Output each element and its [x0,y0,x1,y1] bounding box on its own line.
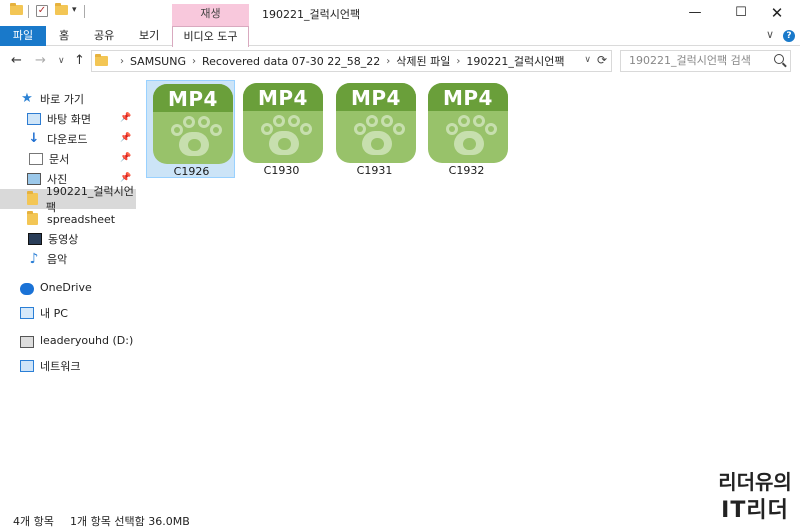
search-icon [774,54,784,64]
sidebar-item-onedrive[interactable]: OneDrive [0,277,136,297]
file-tile[interactable]: MP4 C1926 [146,80,235,178]
expand-ribbon-icon[interactable]: ∨ [766,28,774,41]
qa-sep [28,5,29,18]
sidebar-item-label: OneDrive [40,280,92,294]
tab-video-tools[interactable]: 비디오 도구 [172,26,249,47]
computer-icon [20,307,34,319]
pin-icon: 📌 [120,153,132,163]
cloud-icon [20,282,34,295]
file-tile[interactable]: MP4 C1931 [330,80,419,178]
sidebar-item-label: 문서 [49,153,70,166]
ribbon-tabs: 파일 홈 공유 보기 비디오 도구 ∨ ? [0,26,800,47]
file-list: MP4 C1926 MP4 C1930 MP4 C1931 MP4 C1932 [140,77,800,502]
videos-icon [28,233,42,245]
file-name: C1930 [263,164,300,177]
item-count: 4개 항목 [13,515,54,528]
sidebar-item-label: leaderyouhd (D:) [40,333,134,347]
selection-info: 1개 항목 선택함 36.0MB [70,515,190,528]
chevron-right-icon[interactable]: › [386,56,390,67]
sidebar-item-desktop[interactable]: 바탕 화면 📌 [0,109,136,129]
forward-arrow-icon[interactable]: → [35,53,46,68]
mp4-file-icon: MP4 [336,83,416,163]
watermark-line-1: 리더유의 [718,470,792,494]
tab-share[interactable]: 공유 [94,26,114,46]
star-icon: ★ [21,91,33,106]
breadcrumb-current-folder[interactable]: 190221_걸럭시언팩 [466,53,564,69]
sidebar-item-videos[interactable]: 동영상 [0,229,136,249]
sidebar-item-this-pc[interactable]: 내 PC [0,303,136,323]
sidebar-item-drive[interactable]: leaderyouhd (D:) [0,330,136,350]
pin-icon: 📌 [120,173,132,183]
tab-home[interactable]: 홈 [59,26,69,46]
search-placeholder: 190221_걸럭시언팩 검색 [629,54,751,67]
document-icon [29,153,43,165]
network-icon [20,360,34,372]
sidebar-item-label: 바탕 화면 [47,113,91,126]
file-tile[interactable]: MP4 C1932 [422,80,511,178]
tab-view[interactable]: 보기 [139,26,159,46]
folder-icon [95,54,108,66]
breadcrumb-samsung[interactable]: SAMSUNG [130,55,186,68]
breadcrumb-deleted-files[interactable]: 삭제된 파일 [396,53,450,69]
chevron-right-icon[interactable]: › [120,56,124,67]
mp4-file-icon: MP4 [153,84,233,164]
sidebar-item-label: 동영상 [48,233,79,246]
watermark-logo: 리더유의 IT리더 [712,466,798,526]
up-arrow-icon[interactable]: ↑ [74,53,85,68]
mp4-file-icon: MP4 [428,83,508,163]
folder-icon [27,211,41,225]
sidebar-item-label: 네트워크 [40,360,81,373]
file-tile[interactable]: MP4 C1930 [237,80,326,178]
sidebar-item-label: spreadsheet [47,212,116,226]
pin-icon: 📌 [120,133,132,143]
navigation-bar: ← → ∨ ↑ › SAMSUNG › Recovered data 07-30… [0,47,800,75]
minimize-button[interactable]: — [672,0,718,26]
drive-icon [20,336,34,348]
sidebar-item-documents[interactable]: 문서 📌 [0,149,136,169]
folder-icon [10,3,23,15]
new-folder-icon[interactable] [55,3,68,15]
tab-file[interactable]: 파일 [0,26,46,46]
address-bar[interactable]: › SAMSUNG › Recovered data 07-30 22_58_2… [91,50,612,72]
recent-locations-icon[interactable]: ∨ [58,56,65,66]
window-title: 190221_걸럭시언팩 [262,8,361,21]
breadcrumb-recovered-data[interactable]: Recovered data 07-30 22_58_22 [202,55,380,68]
chevron-right-icon[interactable]: › [192,56,196,67]
watermark-line-2: IT리더 [721,498,789,523]
chevron-down-icon[interactable]: ∨ [584,55,591,65]
pictures-icon [27,173,41,185]
qa-separator [84,5,85,18]
status-bar: 4개 항목 1개 항목 선택함 36.0MB [0,509,800,531]
customize-qa-icon[interactable]: ▾ [72,5,77,15]
sidebar-item-spreadsheet[interactable]: spreadsheet [0,209,136,229]
search-input[interactable]: 190221_걸럭시언팩 검색 [620,50,791,72]
folder-icon [27,191,40,205]
back-arrow-icon[interactable]: ← [11,53,22,68]
mp4-file-icon: MP4 [243,83,323,163]
refresh-icon[interactable]: ⟳ [597,53,607,67]
music-icon: ♪ [29,251,39,267]
help-icon[interactable]: ? [783,30,795,42]
file-name: C1926 [173,165,210,178]
download-icon: ↓ [28,131,40,146]
pin-icon: 📌 [120,113,132,123]
sidebar-item-quick-access[interactable]: ★ 바로 가기 [0,89,136,109]
close-button[interactable]: ✕ [754,0,800,26]
chevron-right-icon[interactable]: › [456,56,460,67]
file-name: C1931 [356,164,393,177]
sidebar-item-label: 내 PC [40,307,68,320]
sidebar-item-label: 다운로드 [47,133,88,146]
properties-icon[interactable]: ✓ [36,5,48,17]
sidebar-item-label: 바로 가기 [40,93,84,106]
sidebar-item-network[interactable]: 네트워크 [0,356,136,376]
context-tab-header: 재생 [172,4,249,26]
sidebar-item-current-folder[interactable]: 190221_걸럭시언팩 [0,185,136,214]
title-bar: ✓ ▾ 재생 190221_걸럭시언팩 — ☐ ✕ [0,0,800,26]
navigation-pane: ★ 바로 가기 바탕 화면 📌 ↓ 다운로드 📌 문서 📌 사진 📌 19022… [0,82,138,502]
sidebar-item-label: 음악 [47,253,68,266]
sidebar-item-downloads[interactable]: ↓ 다운로드 📌 [0,129,136,149]
file-name: C1932 [448,164,485,177]
desktop-icon [27,113,41,125]
sidebar-item-music[interactable]: ♪ 음악 [0,249,136,269]
